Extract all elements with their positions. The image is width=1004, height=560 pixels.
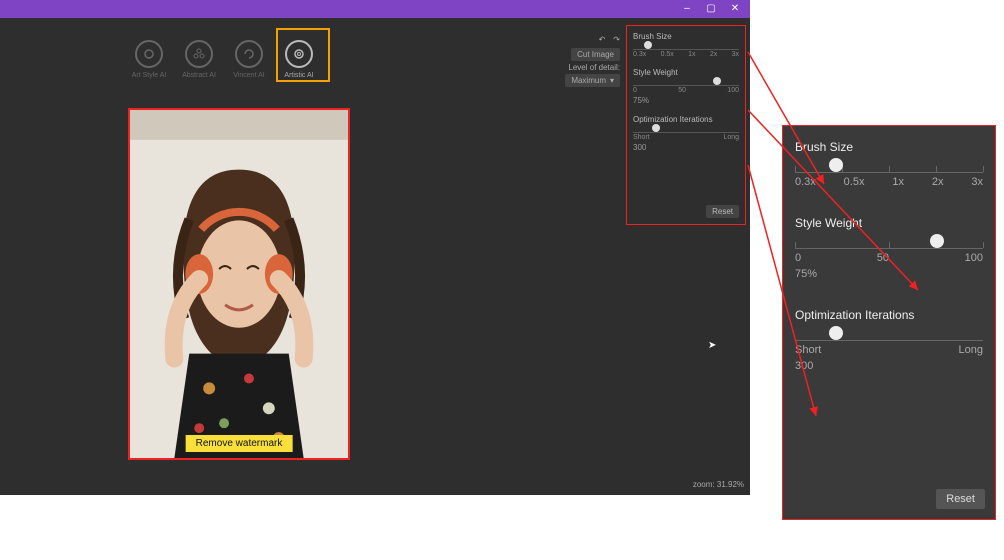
reset-button[interactable]: Reset — [706, 205, 739, 218]
optimization-label: Optimization Iterations — [633, 115, 739, 124]
optimization-group-big: Optimization Iterations Short Long 300 — [795, 308, 983, 372]
level-of-detail-value: Maximum — [571, 76, 606, 85]
canvas-controls: ↶ ↷ Cut Image Level of detail: Maximum ▾ — [565, 35, 620, 87]
tool-label: Art Style AI — [132, 72, 167, 79]
tool-vincent-ai[interactable]: Vincent AI — [228, 32, 270, 86]
circle-icon — [135, 40, 163, 68]
chevron-down-icon: ▾ — [610, 76, 614, 85]
title-bar: – ▢ ✕ — [0, 0, 750, 18]
brush-size-slider[interactable] — [795, 162, 983, 173]
style-weight-group: Style Weight 0 50 100 75% — [633, 68, 739, 105]
style-weight-label: Style Weight — [633, 68, 739, 77]
level-of-detail-select[interactable]: Maximum ▾ — [565, 74, 620, 87]
style-weight-value: 75% — [795, 268, 983, 280]
cut-image-button[interactable]: Cut Image — [571, 48, 620, 61]
style-weight-value: 75% — [633, 96, 739, 105]
undo-icon[interactable]: ↶ — [599, 35, 606, 44]
tool-label: Abstract AI — [182, 72, 216, 79]
app-window: – ▢ ✕ Art Style AI Abstract AI Vincent A… — [0, 0, 750, 495]
zoom-label: zoom: 31.92% — [693, 480, 744, 489]
brush-size-group-big: Brush Size 0.3x 0.5x 1x 2x 3x — [795, 140, 983, 188]
optimization-value: 300 — [633, 143, 739, 152]
tool-artistic-ai[interactable]: Artistic AI — [278, 32, 320, 86]
minimize-button[interactable]: – — [680, 3, 694, 15]
flower-icon — [185, 40, 213, 68]
optimization-group: Optimization Iterations Short Long 300 — [633, 115, 739, 152]
remove-watermark-button[interactable]: Remove watermark — [186, 435, 293, 452]
settings-panel-zoom: Brush Size 0.3x 0.5x 1x 2x 3x Style Weig… — [782, 125, 996, 520]
style-weight-slider[interactable] — [795, 238, 983, 249]
optimization-value: 300 — [795, 360, 983, 372]
close-button[interactable]: ✕ — [728, 3, 742, 15]
maximize-button[interactable]: ▢ — [704, 3, 718, 15]
gear-icon — [285, 40, 313, 68]
mouse-cursor-icon: ➤ — [708, 340, 716, 351]
settings-panel-small: Brush Size 0.3x 0.5x 1x 2x 3x Style Weig… — [626, 25, 746, 225]
level-of-detail-label: Level of detail: — [568, 63, 620, 72]
brush-size-group: Brush Size 0.3x 0.5x 1x 2x 3x — [633, 32, 739, 58]
style-weight-label: Style Weight — [795, 216, 983, 230]
ai-toolbar: Art Style AI Abstract AI Vincent AI Arti… — [128, 32, 320, 86]
brush-size-label: Brush Size — [795, 140, 983, 154]
brush-size-slider[interactable] — [633, 43, 739, 50]
style-weight-group-big: Style Weight 0 50 100 75% — [795, 216, 983, 280]
style-weight-slider[interactable] — [633, 79, 739, 86]
optimization-slider[interactable] — [795, 330, 983, 341]
brush-size-label: Brush Size — [633, 32, 739, 41]
optimization-slider[interactable] — [633, 126, 739, 133]
photo-placeholder — [130, 110, 348, 458]
tool-label: Vincent AI — [233, 72, 264, 79]
optimization-label: Optimization Iterations — [795, 308, 983, 322]
canvas-area[interactable]: Remove watermark — [128, 108, 350, 460]
tool-art-style-ai[interactable]: Art Style AI — [128, 32, 170, 86]
redo-icon[interactable]: ↷ — [613, 35, 620, 44]
swirl-icon — [235, 40, 263, 68]
reset-button[interactable]: Reset — [936, 489, 985, 509]
tool-abstract-ai[interactable]: Abstract AI — [178, 32, 220, 86]
tool-label: Artistic AI — [284, 72, 313, 79]
